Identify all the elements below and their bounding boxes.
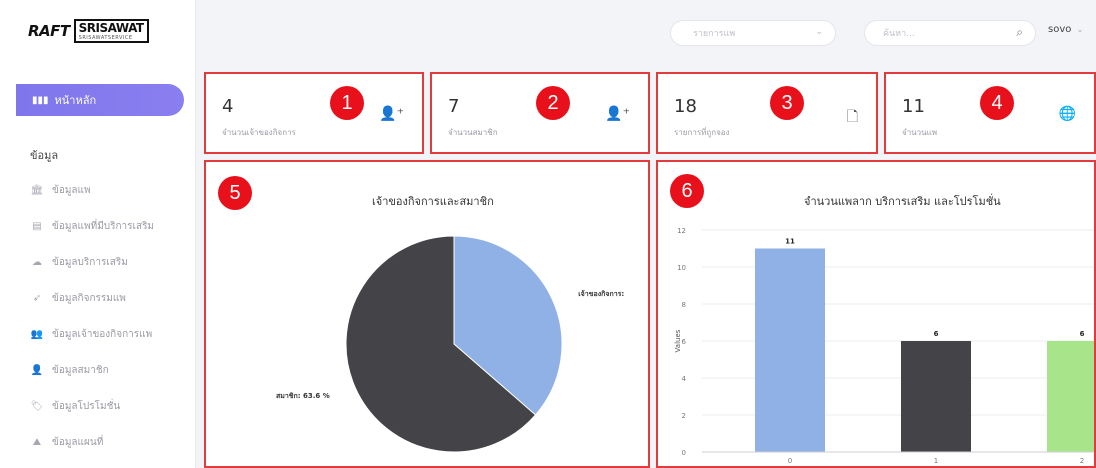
- y-tick-label: 4: [682, 375, 687, 383]
- chevron-down-icon: ⌄: [815, 27, 823, 37]
- stat-value: 11: [902, 96, 925, 117]
- sidebar-item-label: ข้อมูลแพ: [52, 184, 91, 196]
- user-icon: 👤: [30, 364, 44, 376]
- bar-chart: 0 2 4 6 8 10 12 Values 11 0 6 1 6 2: [674, 227, 1094, 465]
- stat-label: จำนวนแพ: [902, 128, 938, 137]
- stat-card-bookings: 3 18 รายการที่ถูกจอง 🗋: [656, 72, 878, 154]
- y-tick-label: 12: [677, 227, 686, 235]
- bar-data-label: 6: [934, 330, 939, 338]
- sidebar-item-label: ข้อมูลบริการเสริม: [52, 256, 128, 268]
- users-icon: 👥: [30, 328, 44, 340]
- stat-card-members: 2 7 จำนวนสมาชิก 👤⁺: [430, 72, 650, 154]
- sidebar-item-owners[interactable]: 👥 ข้อมูลเจ้าของกิจการแพ: [30, 316, 154, 352]
- sidebar-item-members[interactable]: 👤 ข้อมูลสมาชิก: [30, 352, 154, 388]
- x-tick-label: 2: [1080, 457, 1084, 465]
- sidebar-item-label: ข้อมูลสมาชิก: [52, 364, 109, 376]
- tag-icon: 🏷: [30, 400, 44, 412]
- user-name: sovo: [1048, 24, 1072, 35]
- globe-icon: 🌐: [1058, 106, 1076, 122]
- logo-raft-text: RAFT: [28, 22, 70, 40]
- stat-value: 18: [674, 96, 697, 117]
- stat-label: รายการที่ถูกจอง: [674, 128, 730, 137]
- sidebar-item-rafts[interactable]: 🏛 ข้อมูลแพ: [30, 172, 154, 208]
- x-tick-label: 1: [934, 457, 938, 465]
- map-icon: ⛰: [32, 436, 42, 448]
- pie-slice-label: เจ้าของกิจการ:: [578, 289, 624, 298]
- stat-value: 4: [222, 96, 234, 117]
- sidebar-item-label: ข้อมูลเจ้าของกิจการแพ: [52, 328, 153, 340]
- y-axis-label: Values: [674, 329, 682, 352]
- sidebar-item-label: ข้อมูลแพที่มีบริการเสริม: [52, 220, 155, 232]
- document-icon: ▤: [32, 220, 42, 232]
- topbar: รายการแพ ⌄ ค้นหา... ⌕ sovo ⌄: [196, 0, 1096, 70]
- cloud-icon: ☁: [32, 256, 42, 268]
- logo-sub-text: SRISAWATSERVICE: [78, 35, 133, 41]
- pie-slice-label: สมาชิก: 63.6 %: [276, 392, 330, 400]
- sidebar-item-label: ข้อมูลกิจกรรมแพ: [52, 292, 126, 304]
- raft-select[interactable]: รายการแพ ⌄: [670, 20, 836, 46]
- stat-card-rafts: 4 11 จำนวนแพ 🌐: [884, 72, 1096, 154]
- annotation-badge: 2: [536, 86, 570, 120]
- search-placeholder: ค้นหา...: [883, 29, 915, 39]
- sidebar-item-map[interactable]: ⛰ ข้อมูลแผนที่: [30, 424, 154, 460]
- stat-value: 7: [448, 96, 460, 117]
- y-tick-label: 2: [682, 412, 686, 420]
- pie-label-connector: [552, 293, 574, 299]
- stat-label: จำนวนสมาชิก: [448, 128, 498, 137]
- pie-label-connector: [334, 389, 356, 395]
- pie-chart-card: 5 เจ้าของกิจการและสมาชิก เจ้าของกิจการ: ส…: [204, 160, 650, 468]
- annotation-badge: 4: [980, 86, 1014, 120]
- sidebar: RAFT SRISAWAT SRISAWATSERVICE ▮▮▮ หน้าหล…: [0, 0, 196, 468]
- bar-chart-icon: ▮▮▮: [32, 94, 49, 106]
- y-tick-label: 8: [682, 301, 686, 309]
- sidebar-item-rafts-services[interactable]: ▤ ข้อมูลแพที่มีบริการเสริม: [30, 208, 154, 244]
- search-icon[interactable]: ⌕: [1016, 25, 1023, 40]
- y-tick-label: 10: [677, 264, 686, 272]
- bar-chart-card: 6 จำนวนแพลาก บริการเสริม และโปรโมชั่น 02…: [656, 160, 1096, 468]
- sidebar-item-label: ข้อมูลโปรโมชั่น: [52, 400, 121, 412]
- stat-label: จำนวนเจ้าของกิจการ: [222, 128, 296, 137]
- annotation-badge: 1: [330, 86, 364, 120]
- bar: [1047, 341, 1094, 452]
- pie-chart: เจ้าของกิจการ: สมาชิก: 63.6 %: [276, 235, 624, 453]
- search-input[interactable]: ค้นหา... ⌕: [864, 20, 1036, 46]
- bank-icon: 🏛: [30, 184, 44, 196]
- x-tick-label: 0: [788, 457, 792, 465]
- sidebar-menu: 🏛 ข้อมูลแพ ▤ ข้อมูลแพที่มีบริการเสริม ☁ ข้อ…: [30, 172, 154, 460]
- sidebar-item-activities[interactable]: ➶ ข้อมูลกิจกรรมแพ: [30, 280, 154, 316]
- file-plus-icon: 🗋: [846, 109, 858, 125]
- annotation-badge: 3: [770, 86, 804, 120]
- logo[interactable]: RAFT SRISAWAT SRISAWATSERVICE: [28, 16, 149, 46]
- logo-brand-box: SRISAWAT SRISAWATSERVICE: [73, 19, 149, 43]
- bar: [755, 248, 825, 452]
- user-plus-icon: 👤⁺: [605, 106, 630, 122]
- sidebar-item-label: ข้อมูลแผนที่: [52, 436, 104, 448]
- sidebar-item-home[interactable]: ▮▮▮ หน้าหลัก: [16, 84, 184, 116]
- bar: [901, 341, 971, 452]
- user-plus-icon: 👤⁺: [379, 106, 404, 122]
- rocket-icon: ➶: [32, 292, 42, 304]
- chevron-down-icon: ⌄: [1076, 25, 1084, 34]
- sidebar-section-title: ข้อมูล: [30, 149, 59, 162]
- stat-card-owners: 1 4 จำนวนเจ้าของกิจการ 👤⁺: [204, 72, 424, 154]
- user-menu[interactable]: sovo ⌄: [1048, 24, 1083, 35]
- raft-select-value: รายการแพ: [693, 29, 736, 39]
- y-tick-label: 0: [682, 449, 686, 457]
- y-tick-label: 6: [682, 338, 687, 346]
- bar-data-label: 6: [1080, 330, 1085, 338]
- bar-data-label: 11: [785, 238, 795, 246]
- sidebar-item-label: หน้าหลัก: [54, 94, 97, 107]
- logo-brand-text: SRISAWAT: [78, 21, 144, 35]
- sidebar-item-services[interactable]: ☁ ข้อมูลบริการเสริม: [30, 244, 154, 280]
- sidebar-item-promotions[interactable]: 🏷 ข้อมูลโปรโมชั่น: [30, 388, 154, 424]
